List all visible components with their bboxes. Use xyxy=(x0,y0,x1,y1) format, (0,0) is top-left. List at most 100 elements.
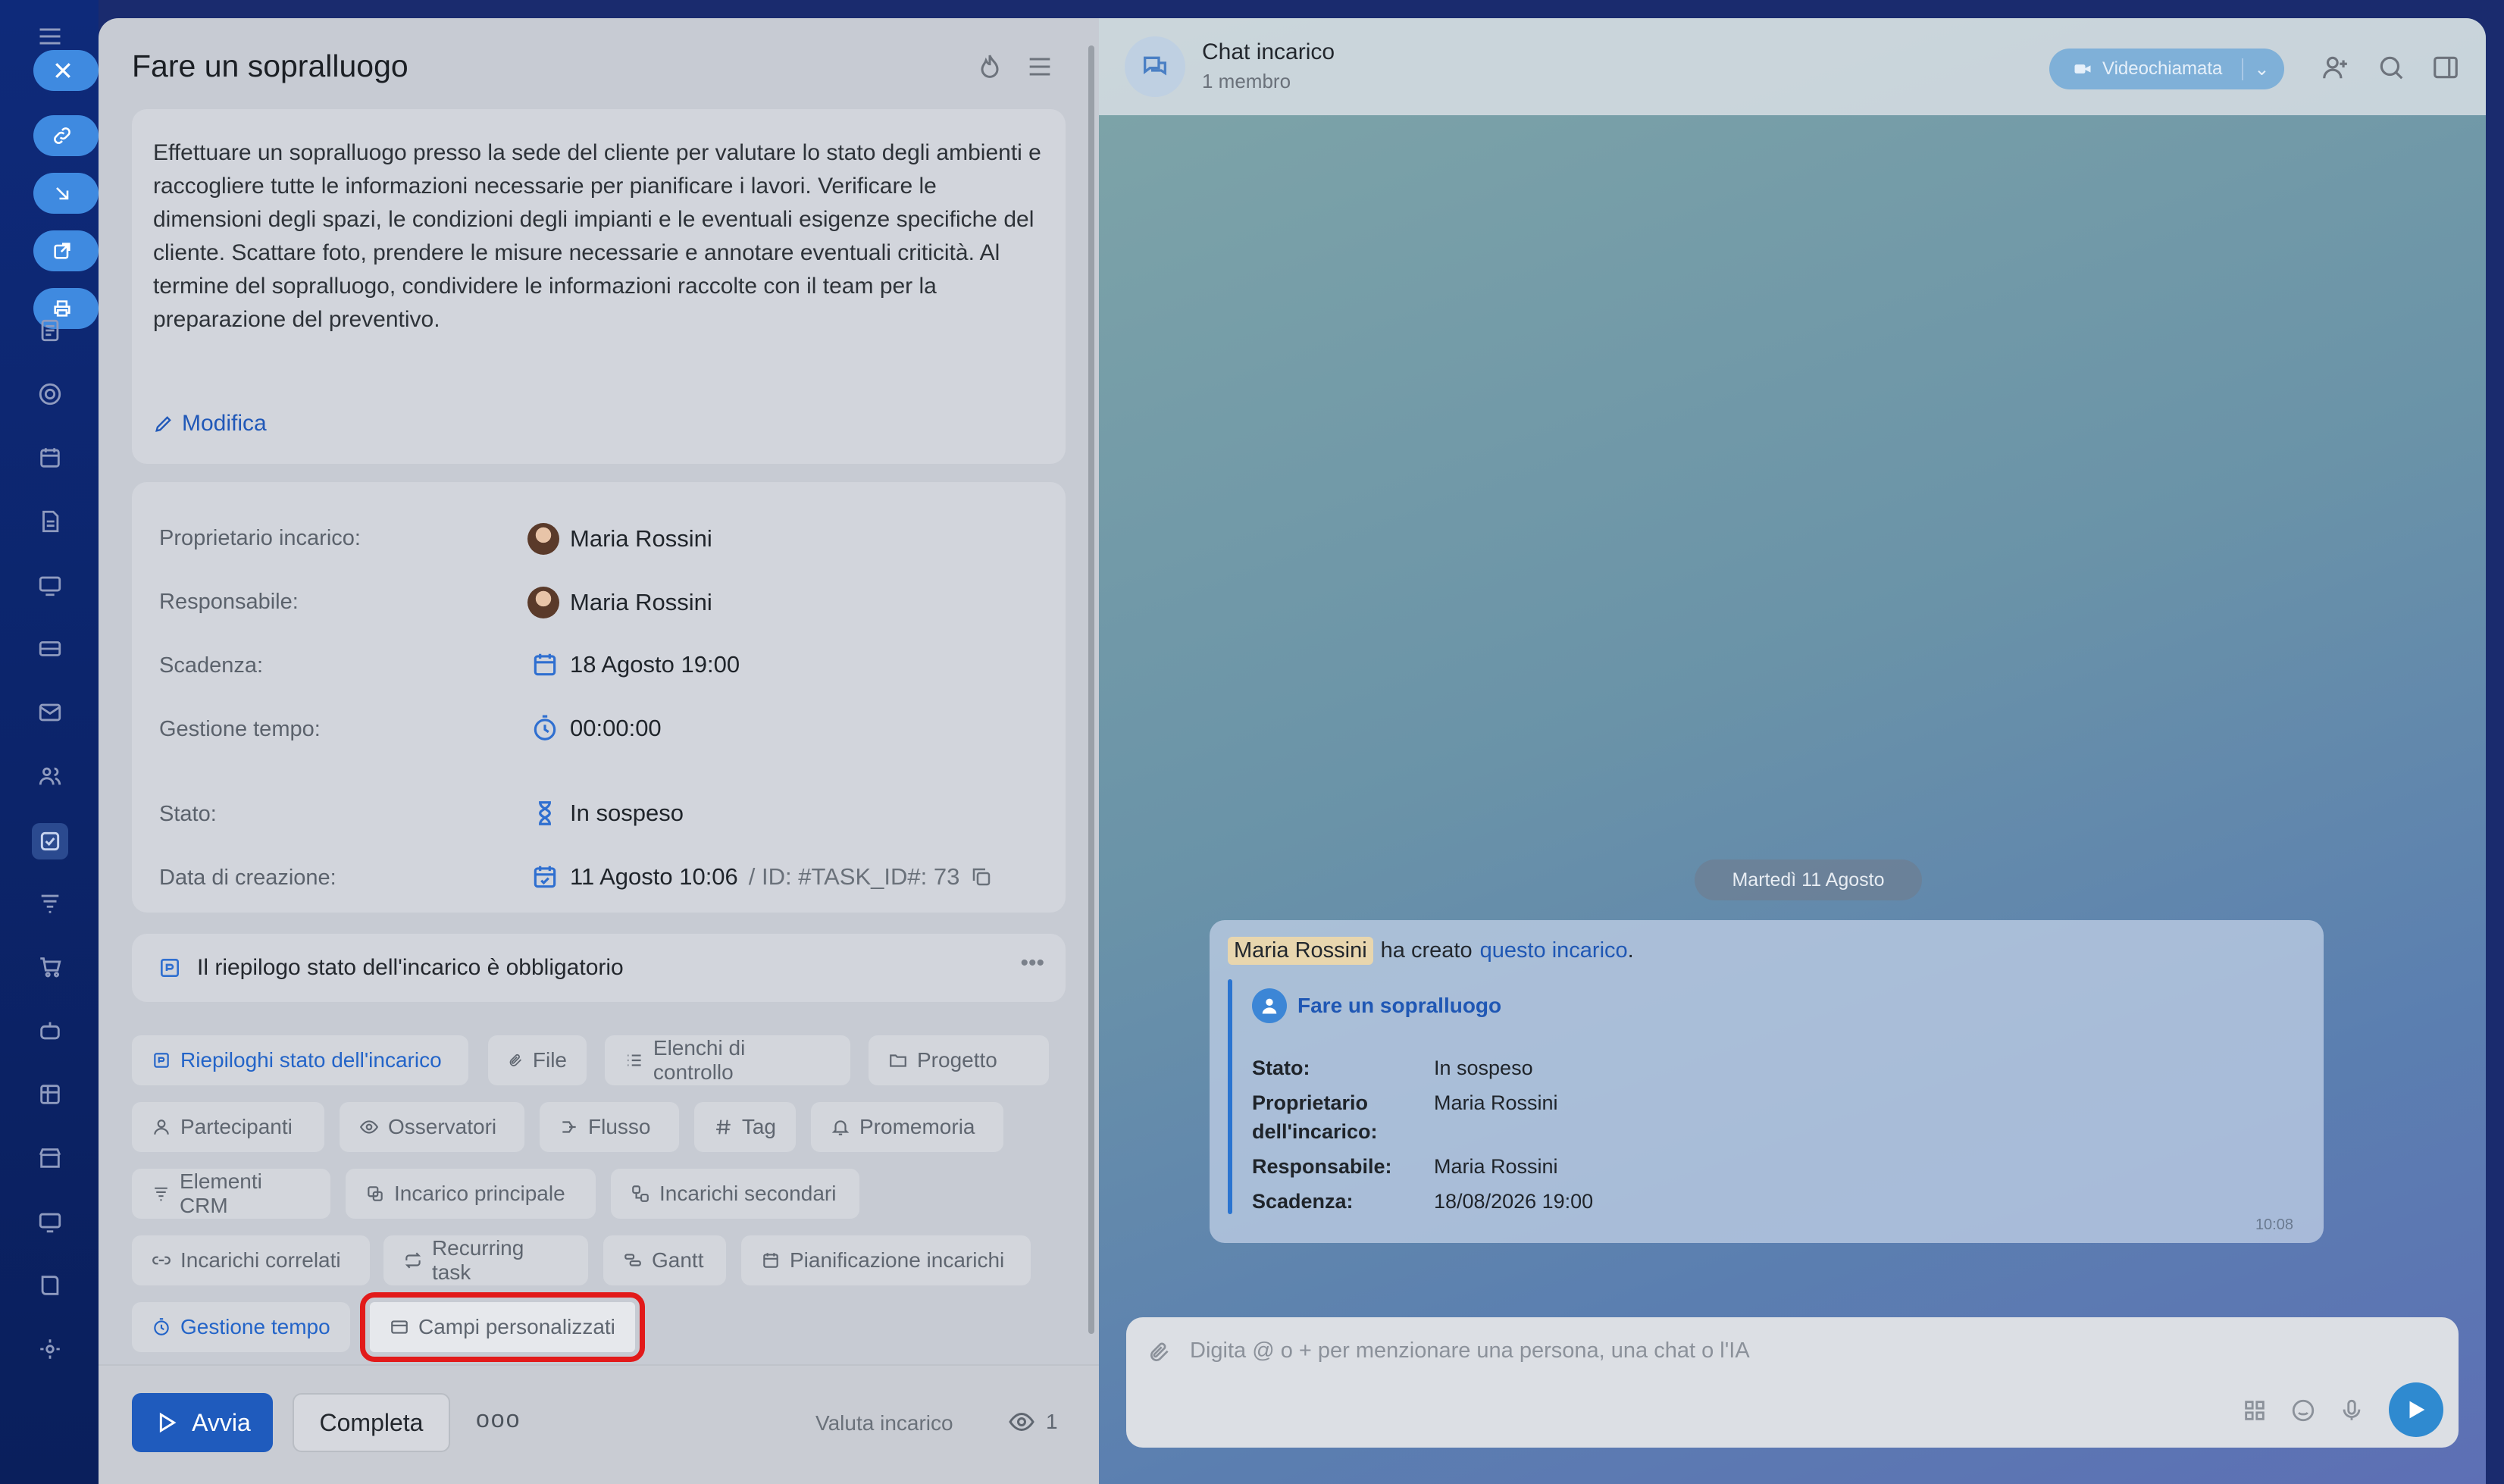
summary-required-card[interactable]: Il riepilogo stato dell'incarico è obbli… xyxy=(132,934,1066,1002)
video-call-button[interactable]: Videochiamata ⌄ xyxy=(2049,49,2284,89)
chip-project[interactable]: Progetto xyxy=(869,1035,1049,1085)
eye-icon xyxy=(1009,1412,1034,1432)
pencil-icon xyxy=(155,416,171,432)
responsible-value[interactable]: Maria Rossini xyxy=(527,587,712,618)
sidebar-filter-icon[interactable] xyxy=(35,888,65,919)
task-fields-card: Proprietario incarico: Maria Rossini Res… xyxy=(132,482,1066,913)
views-counter: 1 xyxy=(1008,1408,1058,1435)
created-value: 11 Agosto 10:06/ ID: #TASK_ID#: 73 xyxy=(531,863,993,891)
description-card: Effettuare un sopralluogo presso la sede… xyxy=(132,109,1066,464)
edit-description-link[interactable]: Modifica xyxy=(153,411,267,437)
quoted-task[interactable]: Fare un sopralluogo xyxy=(1252,988,1501,1023)
message-input-box[interactable]: Digita @ o + per menzionare una persona,… xyxy=(1126,1317,2459,1448)
more-dots-icon[interactable]: ••• xyxy=(1020,950,1044,976)
task-scrollbar[interactable] xyxy=(1088,45,1094,1334)
chip-observers[interactable]: Osservatori xyxy=(340,1102,524,1152)
flow-icon xyxy=(562,1121,576,1133)
time-tracking-label: Gestione tempo: xyxy=(159,717,321,741)
gantt-icon xyxy=(624,1254,641,1266)
chip-custom-fields[interactable]: Campi personalizzati xyxy=(360,1292,645,1362)
paperclip-icon[interactable] xyxy=(1147,1340,1172,1364)
sidebar-tasks-icon[interactable] xyxy=(32,823,68,859)
chip-flow[interactable]: Flusso xyxy=(540,1102,679,1152)
sidebar-book-icon[interactable] xyxy=(35,1270,65,1301)
chat-member-count[interactable]: 1 membro xyxy=(1202,70,1291,93)
sidebar-toggle-icon[interactable] xyxy=(2431,53,2460,82)
chip-reminders[interactable]: Promemoria xyxy=(811,1102,1003,1152)
owner-label: Proprietario incarico: xyxy=(159,526,361,550)
close-slider-button[interactable] xyxy=(33,50,99,91)
eye-icon xyxy=(359,1120,379,1134)
video-camera-icon xyxy=(2074,64,2091,74)
emoji-icon[interactable] xyxy=(2290,1398,2316,1423)
repeat-icon xyxy=(405,1252,421,1269)
menu-lines-icon[interactable] xyxy=(1025,52,1055,82)
rate-task-link[interactable]: Valuta incarico xyxy=(815,1411,953,1435)
avatar xyxy=(527,523,559,555)
minimize-button[interactable] xyxy=(33,173,99,214)
complete-button[interactable]: Completa xyxy=(293,1393,450,1452)
parent-task-icon xyxy=(368,1186,383,1201)
apps-grid-icon[interactable] xyxy=(2242,1398,2268,1423)
microphone-icon[interactable] xyxy=(2339,1398,2365,1423)
sidebar-circle-icon[interactable] xyxy=(35,379,65,409)
msg-status-value: In sospeso xyxy=(1434,1057,1533,1079)
app-sidebar xyxy=(0,0,99,1484)
chip-subtasks[interactable]: Incarichi secondari xyxy=(611,1169,859,1219)
chip-crm-items[interactable]: Elementi CRM xyxy=(132,1169,330,1219)
task-title: Fare un sopralluogo xyxy=(132,49,408,83)
summary-required-text: Il riepilogo stato dell'incarico è obbli… xyxy=(197,955,624,980)
sidebar-grid-icon[interactable] xyxy=(35,1079,65,1110)
chip-checklists[interactable]: Elenchi di controllo xyxy=(605,1035,850,1085)
sidebar-robot-icon[interactable] xyxy=(35,1016,65,1046)
sidebar-docs-icon[interactable] xyxy=(35,506,65,537)
chip-parent-task[interactable]: Incarico principale xyxy=(346,1169,596,1219)
sidebar-board-icon[interactable] xyxy=(35,570,65,600)
msg-owner-key-1: Proprietario xyxy=(1252,1091,1369,1114)
chevron-down-icon[interactable]: ⌄ xyxy=(2242,58,2269,80)
task-link[interactable]: questo incarico xyxy=(1480,938,1628,963)
msg-deadline-key: Scadenza: xyxy=(1252,1190,1354,1213)
sidebar-store-icon[interactable] xyxy=(35,1143,65,1173)
menu-icon[interactable] xyxy=(35,21,65,52)
play-icon xyxy=(160,1412,177,1433)
chip-tag[interactable]: Tag xyxy=(694,1102,796,1152)
time-tracking-value[interactable]: 00:00:00 xyxy=(531,714,662,743)
calendar-check-icon xyxy=(534,866,556,888)
deadline-value[interactable]: 18 Agosto 19:00 xyxy=(531,650,740,679)
chip-time-tracking[interactable]: Gestione tempo xyxy=(132,1302,350,1352)
copy-icon[interactable] xyxy=(970,866,993,888)
start-button[interactable]: Avvia xyxy=(132,1393,273,1452)
sidebar-settings-icon[interactable] xyxy=(35,1334,65,1364)
sidebar-monitor-icon[interactable] xyxy=(35,1207,65,1237)
add-user-icon[interactable] xyxy=(2321,53,2349,82)
hash-icon xyxy=(716,1119,731,1135)
message-line: Maria Rossini ha creato questo incarico. xyxy=(1228,937,1634,965)
message-input[interactable]: Digita @ o + per menzionare una persona,… xyxy=(1190,1338,1750,1363)
open-new-window-button[interactable] xyxy=(33,230,99,271)
chip-status-summaries[interactable]: Riepiloghi stato dell'incarico xyxy=(132,1035,468,1085)
sidebar-document-icon[interactable] xyxy=(35,315,65,346)
chip-files[interactable]: File xyxy=(488,1035,587,1085)
task-description: Effettuare un sopralluogo presso la sede… xyxy=(153,140,1041,332)
chip-recurring-task[interactable]: Recurring task xyxy=(383,1235,588,1285)
more-actions-icon[interactable]: ooo xyxy=(476,1405,521,1433)
sidebar-users-icon[interactable] xyxy=(35,761,65,791)
chip-gantt[interactable]: Gantt xyxy=(603,1235,726,1285)
sidebar-inbox-icon[interactable] xyxy=(35,634,65,664)
chip-related-tasks[interactable]: Incarichi correlati xyxy=(132,1235,370,1285)
sidebar-mail-icon[interactable] xyxy=(35,697,65,728)
search-icon[interactable] xyxy=(2377,53,2405,82)
stopwatch-icon xyxy=(154,1318,169,1335)
mention-author[interactable]: Maria Rossini xyxy=(1228,937,1373,965)
send-button[interactable] xyxy=(2389,1382,2443,1437)
owner-value[interactable]: Maria Rossini xyxy=(527,523,712,555)
stopwatch-icon xyxy=(534,715,556,740)
chip-participants[interactable]: Partecipanti xyxy=(132,1102,324,1152)
flame-icon[interactable] xyxy=(975,52,1005,82)
sidebar-calendar-icon[interactable] xyxy=(35,443,65,473)
user-avatar-icon xyxy=(1252,988,1287,1023)
sidebar-cart-icon[interactable] xyxy=(35,952,65,982)
chip-task-planning[interactable]: Pianificazione incarichi xyxy=(741,1235,1031,1285)
copy-link-button[interactable] xyxy=(33,115,99,156)
